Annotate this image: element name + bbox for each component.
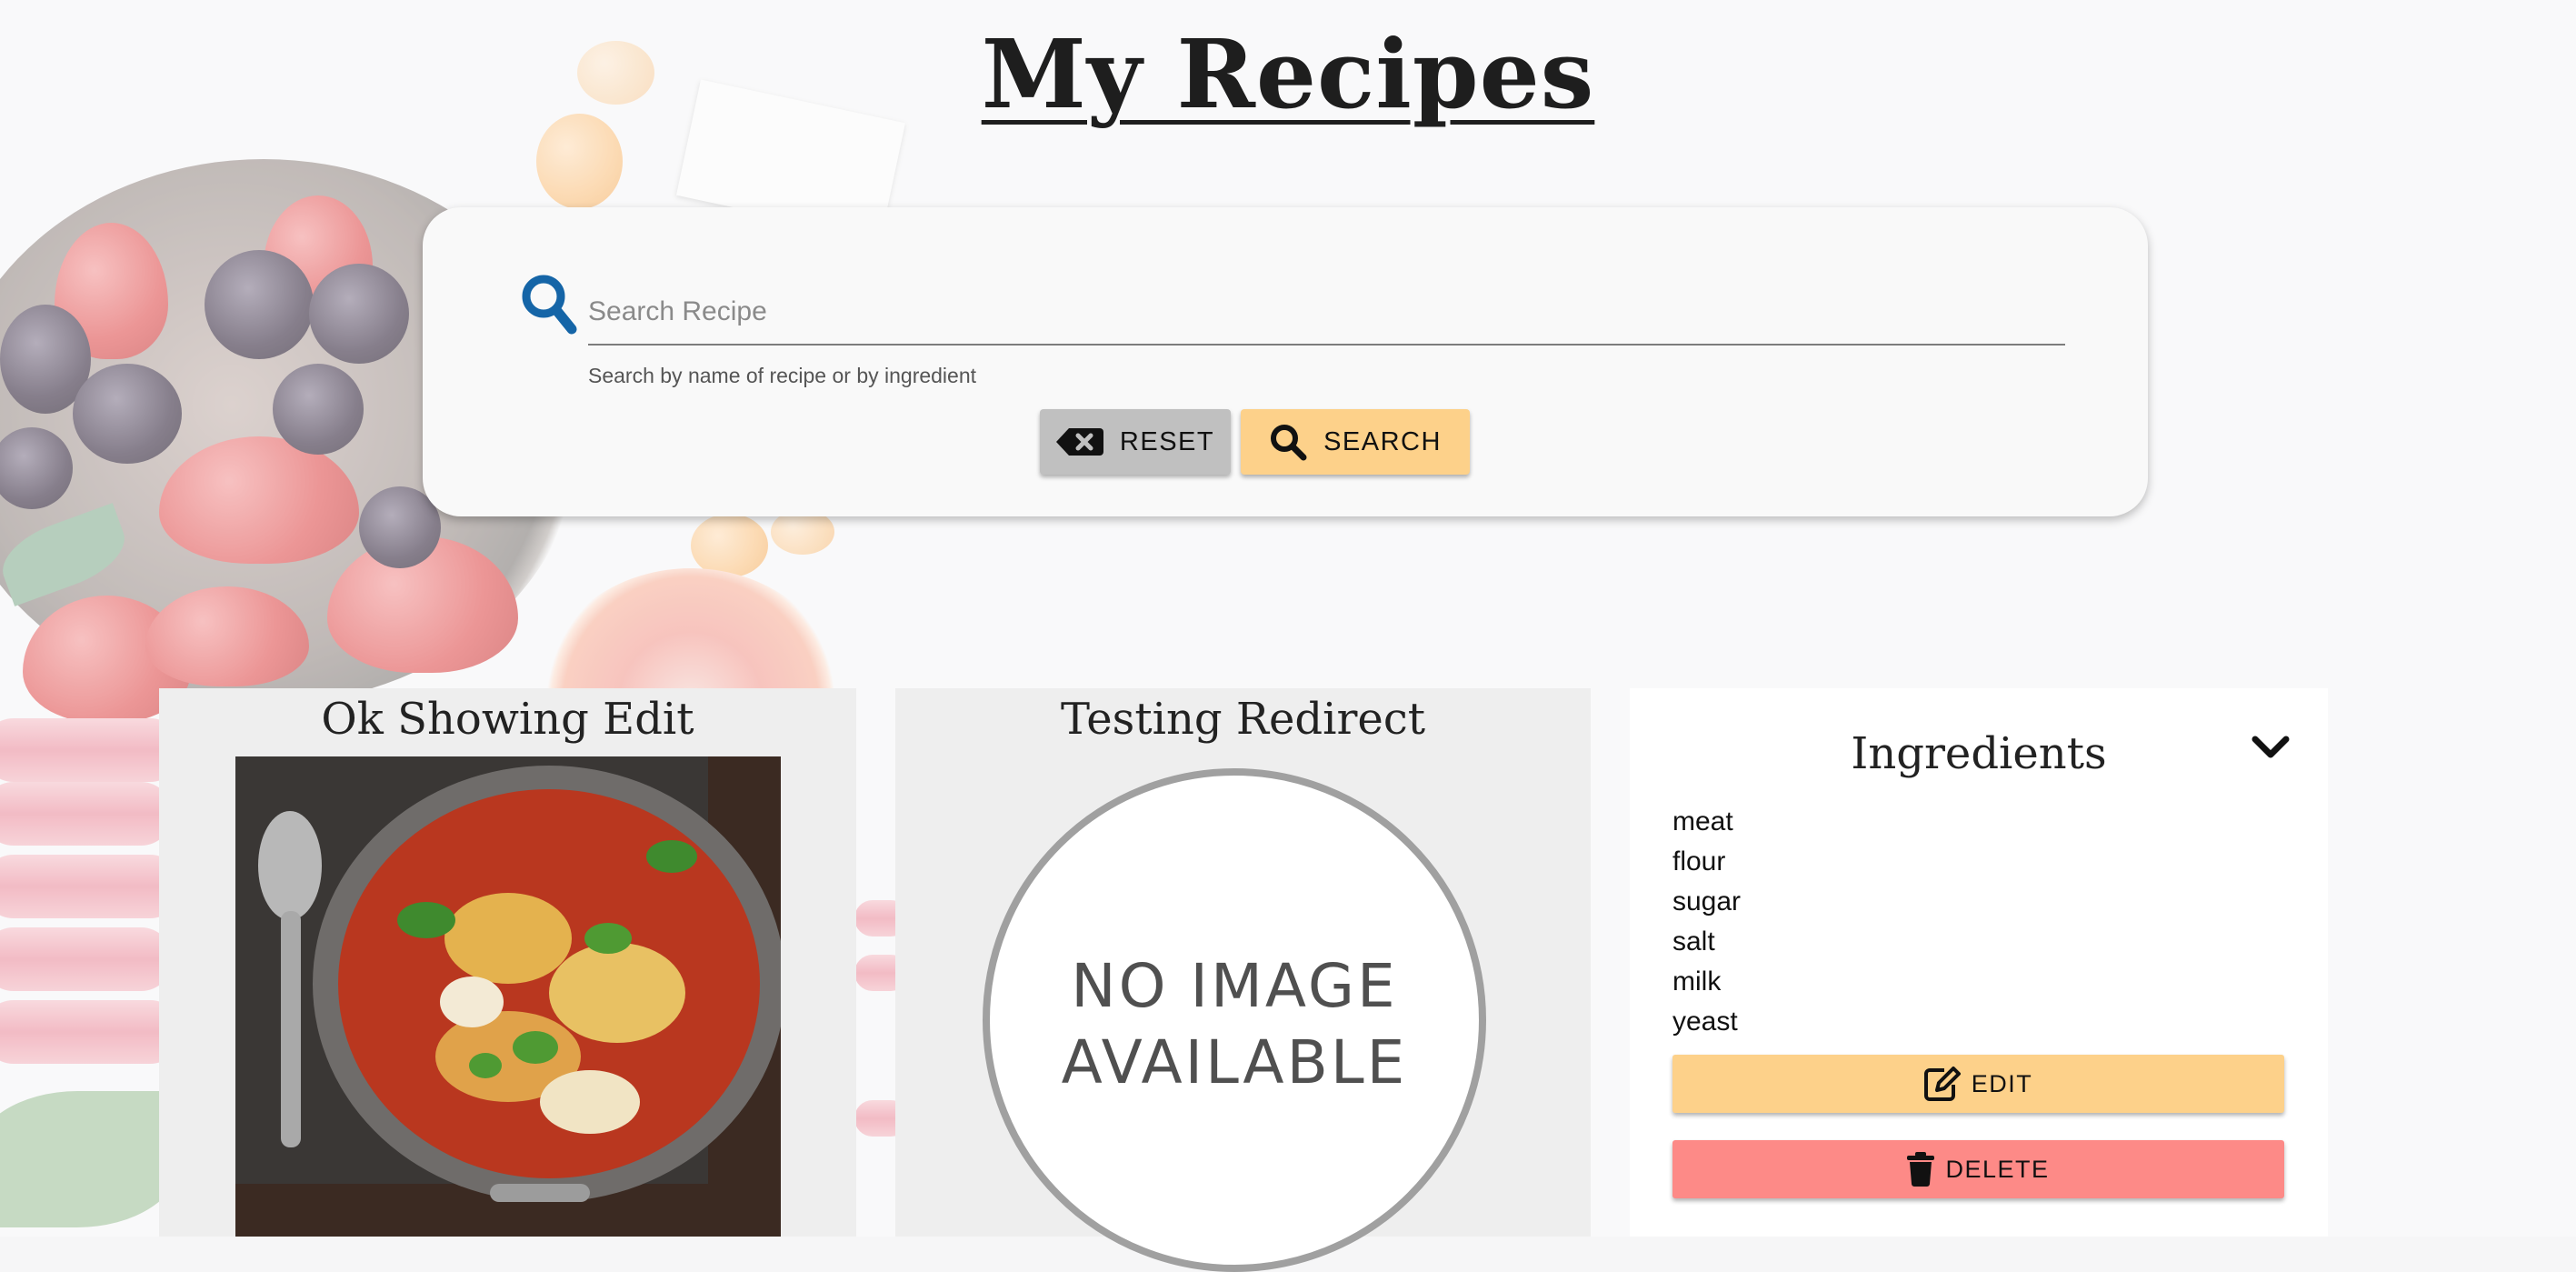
ingredient-item: flour: [1672, 846, 1726, 876]
delete-button-label: DELETE: [1945, 1155, 2050, 1183]
chevron-down-icon[interactable]: [2252, 734, 2290, 761]
ingredients-list: meat flour sugar salt milk yeast: [1672, 802, 1741, 1042]
ingredients-title: Ingredients: [1851, 728, 2107, 779]
search-hint: Search by name of recipe or by ingredien…: [588, 364, 977, 387]
recipe-title: Testing Redirect: [1060, 694, 1425, 745]
backspace-x-icon: [1055, 428, 1103, 456]
recipe-card[interactable]: Testing Redirect NO IMAGE AVAILABLE: [895, 688, 1591, 1272]
recipe-title: Ok Showing Edit: [321, 694, 694, 745]
search-button-label: SEARCH: [1323, 426, 1442, 456]
no-image-text: NO IMAGE AVAILABLE: [1061, 951, 1408, 1097]
page-title: My Recipes: [981, 18, 1595, 130]
ingredient-item: meat: [1672, 806, 1733, 836]
reset-button-label: RESET: [1119, 426, 1215, 456]
edit-pencil-icon: [1923, 1067, 1961, 1101]
ingredient-item: milk: [1672, 967, 1722, 997]
edit-button-label: EDIT: [1971, 1069, 2033, 1097]
edit-button[interactable]: EDIT: [1672, 1055, 2284, 1113]
search-icon: [522, 275, 577, 335]
reset-button[interactable]: RESET: [1040, 409, 1231, 475]
ingredient-item: yeast: [1672, 1007, 1738, 1037]
ingredient-item: salt: [1672, 926, 1715, 957]
ingredients-card: Ingredients meat flour sugar salt milk y…: [1630, 688, 2328, 1237]
recipe-image: [235, 756, 781, 1237]
delete-button[interactable]: DELETE: [1672, 1140, 2284, 1198]
trash-icon: [1907, 1152, 1935, 1187]
recipe-card[interactable]: Ok Showing Edit: [159, 688, 856, 1237]
search-input[interactable]: [588, 280, 2065, 346]
search-button[interactable]: SEARCH: [1241, 409, 1470, 475]
no-image-placeholder: NO IMAGE AVAILABLE: [983, 768, 1486, 1272]
ingredient-item: sugar: [1672, 886, 1742, 916]
search-icon: [1271, 425, 1307, 461]
